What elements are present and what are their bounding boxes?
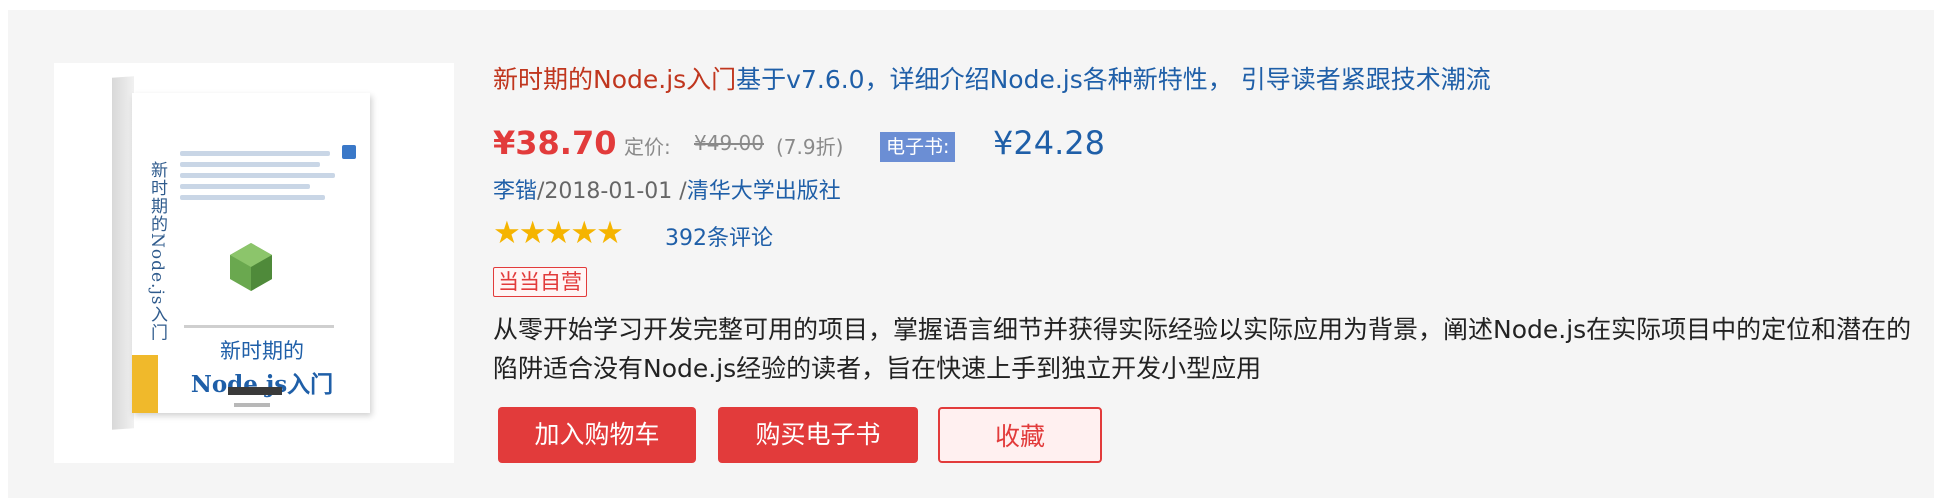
cover-author — [234, 403, 270, 407]
nodejs-hexagon-icon — [230, 243, 272, 291]
star-rating: ★★★★★ — [493, 215, 624, 251]
review-count-link[interactable]: 392条评论 — [665, 220, 773, 252]
add-to-cart-button[interactable]: 加入购物车 — [498, 407, 696, 463]
book-meta: 李锴/2018-01-01 /清华大学出版社 — [493, 173, 841, 205]
buy-ebook-button[interactable]: 购买电子书 — [718, 407, 918, 463]
ebook-label-badge[interactable]: 电子书: — [880, 132, 956, 162]
list-price: ¥49.00 — [694, 131, 764, 155]
book-spine — [112, 76, 134, 430]
cover-blurb-lines — [180, 151, 340, 206]
cover-publisher-logo — [228, 387, 282, 395]
cover-small-text — [184, 325, 334, 328]
publisher-link[interactable]: 清华大学出版社 — [687, 179, 841, 204]
cover-vertical-title: 新时期的Node.js入门 — [147, 161, 167, 342]
product-title[interactable]: 新时期的Node.js入门基于v7.6.0，详细介绍Node.js各种新特性， … — [493, 64, 1491, 96]
product-card: 新时期的Node.js入门 新时期的 Node.js入门 新时期的Node.js… — [8, 10, 1934, 498]
cover-corner-icon — [342, 145, 356, 159]
self-operated-badge: 当当自营 — [493, 267, 587, 297]
product-description: 从零开始学习开发完整可用的项目，掌握语言细节并获得实际经验以实际应用为背景，阐述… — [493, 315, 1912, 383]
ebook-price[interactable]: ¥24.28 — [993, 124, 1105, 162]
publish-date: /2018-01-01 / — [537, 179, 687, 204]
book-front: 新时期的Node.js入门 新时期的 Node.js入门 — [132, 93, 370, 413]
cover-yellow-strip — [132, 355, 158, 413]
current-price: ¥38.70 — [493, 124, 617, 162]
list-price-label: 定价: — [624, 135, 671, 159]
book-cover-image[interactable]: 新时期的Node.js入门 新时期的 Node.js入门 — [54, 63, 454, 463]
favorite-button[interactable]: 收藏 — [938, 407, 1102, 463]
product-title-subtitle[interactable]: 基于v7.6.0，详细介绍Node.js各种新特性， 引导读者紧跟技术潮流 — [736, 65, 1491, 94]
discount-rate: (7.9折) — [776, 135, 844, 159]
cover-title-cn: 新时期的 — [220, 339, 304, 363]
product-title-name[interactable]: 新时期的Node.js入门 — [493, 65, 736, 94]
author-link[interactable]: 李锴 — [493, 179, 537, 204]
